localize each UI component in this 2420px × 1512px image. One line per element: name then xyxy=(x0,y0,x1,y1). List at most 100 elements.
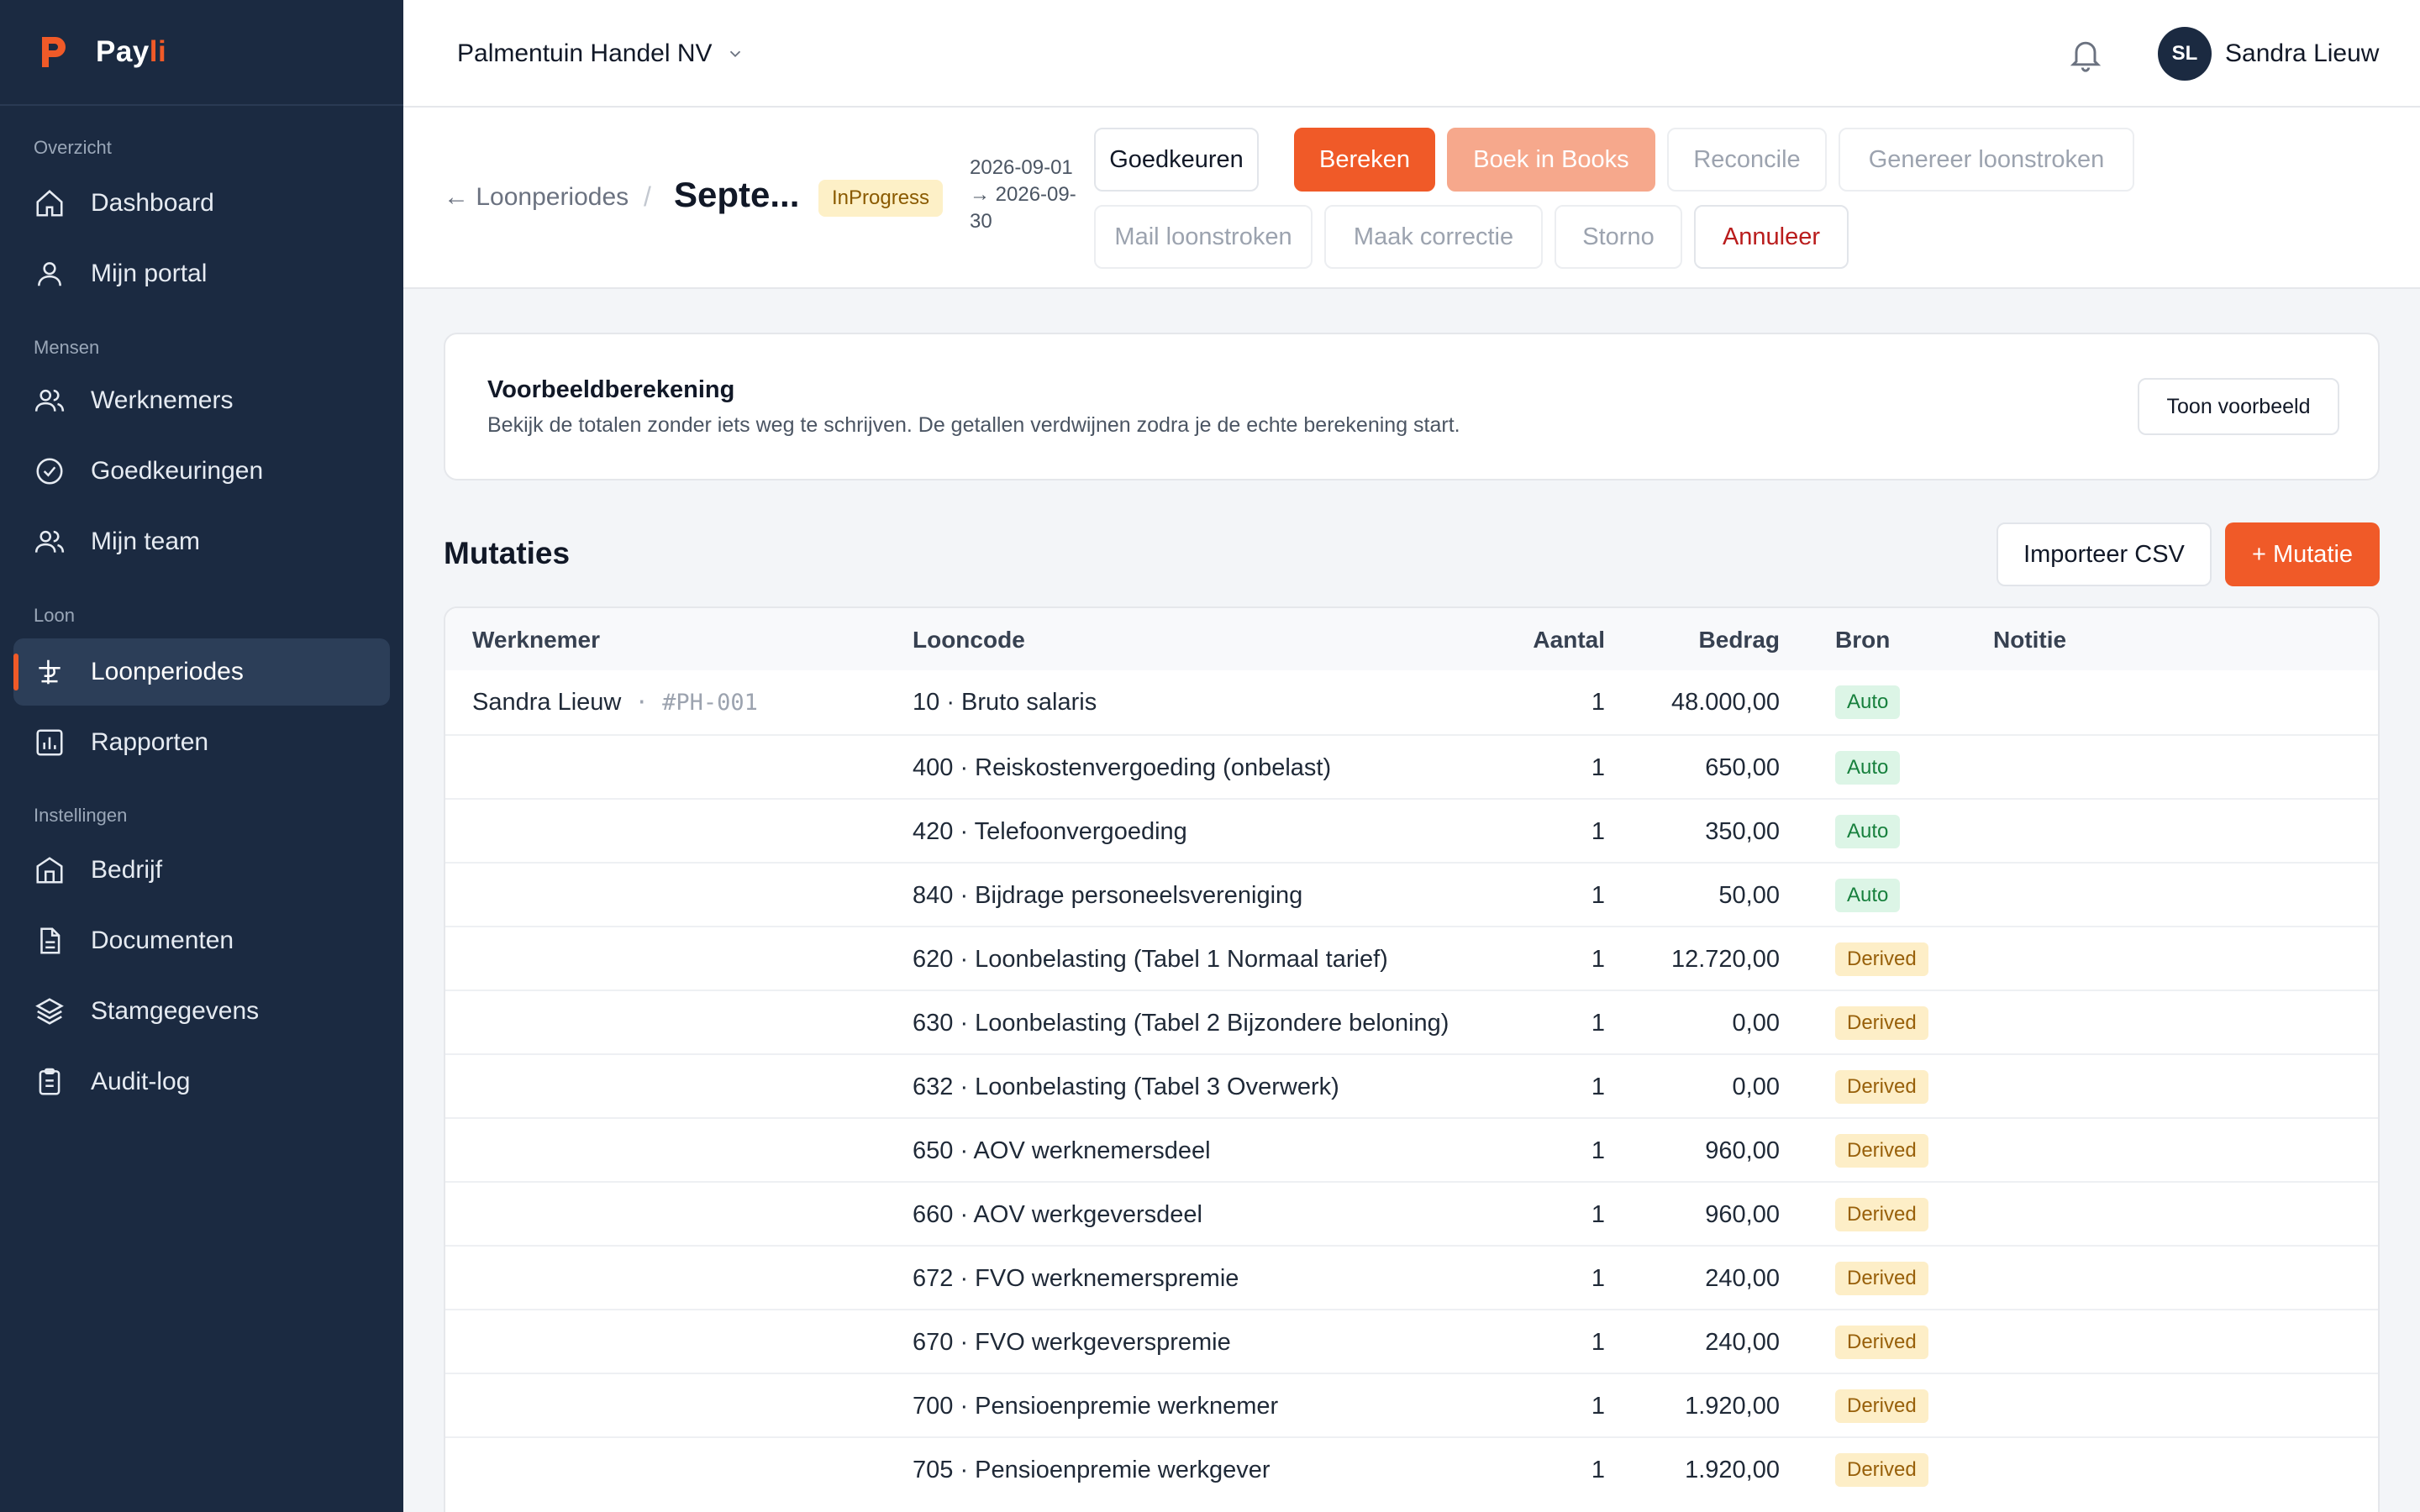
nav-section-overzicht: Overzicht xyxy=(34,137,112,158)
cell-qty: 1 xyxy=(1591,689,1605,716)
table-row[interactable]: 670 · FVO werkgeverspremie 1 240,00 Derived xyxy=(445,1309,2378,1373)
source-badge: Auto xyxy=(1835,685,1901,719)
chevron-down-icon xyxy=(729,50,740,58)
cell-amount: 240,00 xyxy=(1705,1329,1780,1356)
cell-qty: 1 xyxy=(1591,818,1605,845)
cell-code: 632 · Loonbelasting (Tabel 3 Overwerk) xyxy=(913,1074,1339,1100)
cell-code: 660 · AOV werkgeversdeel xyxy=(913,1201,1202,1228)
org-name: Palmentuin Handel NV xyxy=(457,39,713,67)
cancel-button[interactable]: Annuleer xyxy=(1694,205,1849,269)
sidebar-item-werknemers[interactable]: Werknemers xyxy=(13,367,390,434)
add-mutation-button[interactable]: + Mutatie xyxy=(2225,522,2380,586)
generate-payslips-button[interactable]: Genereer loonstroken xyxy=(1839,128,2134,192)
source-badge: Derived xyxy=(1835,1453,1928,1487)
mail-payslips-button[interactable]: Mail loonstroken xyxy=(1094,205,1313,269)
cell-qty: 1 xyxy=(1591,1393,1605,1420)
breadcrumb-back-link[interactable]: ← Loonperiodes xyxy=(444,183,629,212)
table-row[interactable]: Sandra Lieuw · #PH-001 10 · Bruto salaris… xyxy=(445,670,2378,734)
cell-qty: 1 xyxy=(1591,946,1605,973)
table-row[interactable]: 620 · Loonbelasting (Tabel 1 Normaal tar… xyxy=(445,926,2378,990)
cell-amount: 960,00 xyxy=(1705,1201,1780,1228)
reconcile-button[interactable]: Reconcile xyxy=(1667,128,1827,192)
sidebar-item-label: Audit-log xyxy=(91,1068,191,1095)
table-row[interactable]: 400 · Reiskostenvergoeding (onbelast) 1 65… xyxy=(445,734,2378,798)
brand-name: Payli xyxy=(96,35,167,68)
cell-qty: 1 xyxy=(1591,882,1605,909)
sidebar-item-bedrijf[interactable]: Bedrijf xyxy=(13,837,390,904)
cell-qty: 1 xyxy=(1591,1137,1605,1164)
show-preview-button[interactable]: Toon voorbeeld xyxy=(2138,378,2339,435)
sidebar-item-stamgegevens[interactable]: Stamgegevens xyxy=(13,978,390,1045)
approve-button[interactable]: Goedkeuren xyxy=(1094,128,1259,192)
topbar: Palmentuin Handel NV SL Sandra Lieuw xyxy=(403,0,2420,108)
import-csv-button[interactable]: Importeer CSV xyxy=(1996,522,2212,586)
cell-amount: 1.920,00 xyxy=(1685,1393,1780,1420)
bar-chart-icon xyxy=(34,727,66,759)
column-header-code[interactable]: Looncode xyxy=(913,627,1025,654)
home-icon xyxy=(34,187,66,219)
bell-icon[interactable] xyxy=(2067,35,2104,72)
storno-button[interactable]: Storno xyxy=(1555,205,1682,269)
table-row[interactable]: 700 · Pensioenpremie werknemer 1 1.920,00 D… xyxy=(445,1373,2378,1436)
source-badge: Auto xyxy=(1835,879,1901,912)
brand[interactable]: Payli xyxy=(0,0,403,106)
calculate-button[interactable]: Bereken xyxy=(1294,128,1435,192)
nav-section-mensen: Mensen xyxy=(34,337,100,358)
cell-code: 10 · Bruto salaris xyxy=(913,689,1097,716)
cell-code: 672 · FVO werknemerspremie xyxy=(913,1265,1239,1292)
source-badge: Derived xyxy=(1835,1006,1928,1040)
column-header-qty[interactable]: Aantal xyxy=(1533,627,1605,654)
source-badge: Auto xyxy=(1835,751,1901,785)
cell-code: 670 · FVO werkgeverspremie xyxy=(913,1329,1231,1356)
make-correction-button[interactable]: Maak correctie xyxy=(1324,205,1543,269)
avatar: SL xyxy=(2158,27,2212,81)
page-title: Septe... xyxy=(674,175,800,214)
user-name: Sandra Lieuw xyxy=(2225,39,2380,67)
cell-code: 630 · Loonbelasting (Tabel 2 Bijzondere … xyxy=(913,1010,1449,1037)
payli-logo-icon xyxy=(42,37,66,67)
table-row[interactable]: 660 · AOV werkgeversdeel 1 960,00 Derived xyxy=(445,1181,2378,1245)
column-header-employee[interactable]: Werknemer xyxy=(472,627,600,654)
table-row[interactable]: 630 · Loonbelasting (Tabel 2 Bijzondere … xyxy=(445,990,2378,1053)
preview-title: Voorbeeldberekening xyxy=(487,376,735,403)
column-header-amount[interactable]: Bedrag xyxy=(1699,627,1780,654)
cell-code: 840 · Bijdrage personeelsvereniging xyxy=(913,882,1303,909)
sidebar-item-documenten[interactable]: Documenten xyxy=(13,907,390,974)
table-row[interactable]: 650 · AOV werknemersdeel 1 960,00 Derived xyxy=(445,1117,2378,1181)
sidebar-item-mijn-team[interactable]: Mijn team xyxy=(13,508,390,575)
cell-qty: 1 xyxy=(1591,1010,1605,1037)
org-switcher[interactable]: Palmentuin Handel NV xyxy=(457,34,744,74)
column-header-source[interactable]: Bron xyxy=(1835,627,1890,654)
sidebar-item-label: Werknemers xyxy=(91,386,234,414)
table-row[interactable]: 420 · Telefoonvergoeding 1 350,00 Auto xyxy=(445,798,2378,862)
table-row[interactable]: 672 · FVO werknemerspremie 1 240,00 Derived xyxy=(445,1245,2378,1309)
user-menu[interactable]: SL Sandra Lieuw xyxy=(2158,27,2379,81)
sidebar-item-goedkeuringen[interactable]: Goedkeuringen xyxy=(13,438,390,505)
app-root: Payli Overzicht Mensen Loon Instellingen… xyxy=(0,0,2420,1512)
table-row[interactable]: 840 · Bijdrage personeelsvereniging 1 50,0… xyxy=(445,862,2378,926)
cell-amount: 0,00 xyxy=(1732,1074,1780,1100)
sidebar-item-mijn-portal[interactable]: Mijn portal xyxy=(13,240,390,307)
cell-amount: 0,00 xyxy=(1732,1010,1780,1037)
sidebar-item-label: Bedrijf xyxy=(91,856,163,884)
cell-qty: 1 xyxy=(1591,1074,1605,1100)
sidebar-item-audit-log[interactable]: Audit-log xyxy=(13,1048,390,1116)
book-in-books-button[interactable]: Boek in Books xyxy=(1447,128,1655,192)
period-start: 2026-09-01 xyxy=(970,156,1073,179)
mutations-table: Werknemer Looncode Aantal Bedrag Bron No… xyxy=(444,606,2380,1512)
sidebar-item-rapporten[interactable]: Rapporten xyxy=(13,709,390,776)
sidebar: Payli Overzicht Mensen Loon Instellingen… xyxy=(0,0,403,1512)
cell-code: 705 · Pensioenpremie werkgever xyxy=(913,1457,1270,1483)
column-header-note[interactable]: Notitie xyxy=(1993,627,2066,654)
table-row[interactable]: 705 · Pensioenpremie werkgever 1 1.920,00 D… xyxy=(445,1436,2378,1500)
sidebar-item-loonperiodes[interactable]: Loonperiodes xyxy=(13,638,390,706)
employee-id: · #PH-001 xyxy=(621,690,758,716)
period-range: 2026-09-01 → 2026-09- 30 xyxy=(970,155,1096,235)
table-row[interactable]: 632 · Loonbelasting (Tabel 3 Overwerk) 1 0… xyxy=(445,1053,2378,1117)
sidebar-item-dashboard[interactable]: Dashboard xyxy=(13,170,390,237)
preview-description: Bekijk de totalen zonder iets weg te sch… xyxy=(487,413,1460,437)
nav-section-instellingen: Instellingen xyxy=(34,805,128,826)
cell-qty: 1 xyxy=(1591,1201,1605,1228)
currency-icon xyxy=(34,656,66,688)
cell-amount: 240,00 xyxy=(1705,1265,1780,1292)
